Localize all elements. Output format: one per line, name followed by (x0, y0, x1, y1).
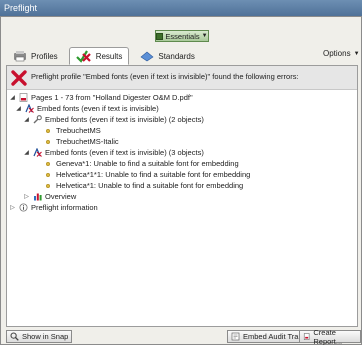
profiles-icon (14, 51, 26, 62)
tree-node-errors[interactable]: ◢ Embed fonts (even if text is invisible… (23, 147, 204, 158)
tree-label: Embed fonts (even if text is invisible) … (45, 148, 204, 157)
tree-label: TrebuchetMS (56, 126, 101, 135)
overview-chart-icon (34, 193, 42, 201)
tab-label: Standards (158, 51, 195, 61)
info-icon (19, 203, 28, 212)
expand-triangle-icon[interactable]: ▷ (9, 204, 16, 211)
tree-label: Embed fonts (even if text is invisible) … (45, 115, 204, 124)
collapse-triangle-icon[interactable]: ◢ (23, 116, 30, 123)
tree-leaf[interactable]: Helvetica*1: Unable to find a suitable f… (43, 180, 243, 191)
bullet-icon (46, 161, 50, 166)
results-icon (75, 50, 91, 63)
tree-label: Helvetica*1*1: Unable to find a suitable… (56, 170, 251, 179)
tab-standards[interactable]: Standards (133, 47, 201, 65)
tree-leaf[interactable]: TrebuchetMS (43, 125, 101, 136)
tree-node-info[interactable]: ◢ Embed fonts (even if text is invisible… (23, 114, 204, 125)
results-panel: Preflight profile "Embed fonts (even if … (6, 65, 358, 327)
tree-node-overview[interactable]: ▷ Overview (23, 191, 76, 202)
tree-label: Overview (45, 192, 77, 201)
bullet-icon (46, 172, 50, 177)
collapse-triangle-icon[interactable]: ◢ (23, 149, 30, 156)
expand-triangle-icon[interactable]: ▷ (23, 193, 30, 200)
tab-label: Results (95, 51, 123, 61)
tree-node-root[interactable]: ◢ Pages 1 - 73 from "Holland Digester O&… (9, 92, 193, 103)
footer-toolbar: Show in Snap Embed Audit Trail... Create… (1, 327, 361, 345)
collapse-triangle-icon[interactable]: ◢ (15, 105, 22, 112)
audit-trail-icon (231, 332, 240, 341)
workspace-icon (156, 32, 164, 40)
button-label: Create Report... (313, 327, 343, 345)
create-report-button[interactable]: Create Report... (299, 327, 361, 345)
font-error-icon (33, 148, 42, 157)
tab-label: Profiles (31, 51, 58, 61)
tree-leaf[interactable]: Geneva*1: Unable to find a suitable font… (43, 158, 239, 169)
bullet-icon (46, 128, 50, 133)
tree-leaf[interactable]: TrebuchetMS-Italic (43, 136, 119, 147)
bullet-icon (46, 183, 50, 188)
tree-node-group[interactable]: ◢ Embed fonts (even if text is invisible… (15, 103, 159, 114)
report-icon (303, 333, 310, 340)
tree-label: Pages 1 - 73 from "Holland Digester O&M … (31, 93, 193, 102)
window-title-bar: Preflight (0, 0, 362, 16)
tab-profiles[interactable]: Profiles (6, 47, 65, 65)
tree-label: Geneva*1: Unable to find a suitable font… (56, 159, 239, 168)
wrench-icon (33, 115, 42, 124)
tree-label: Helvetica*1: Unable to find a suitable f… (56, 181, 244, 190)
error-banner: Preflight profile "Embed fonts (even if … (7, 66, 357, 90)
tree-label: TrebuchetMS-Italic (56, 137, 119, 146)
show-in-snap-button[interactable]: Show in Snap (6, 330, 73, 343)
workspace-label: Essentials (165, 31, 200, 41)
chevron-down-icon: ▼ (353, 50, 360, 57)
error-x-icon (11, 70, 27, 86)
collapse-triangle-icon[interactable]: ◢ (9, 94, 16, 101)
bullet-icon (46, 139, 50, 144)
preflight-window: Essentials ▼ Profiles Results Standards (0, 16, 362, 345)
tree-node-preflight-info[interactable]: ▷ Preflight information (9, 202, 98, 213)
workspace-dropdown[interactable]: Essentials ▼ (155, 30, 209, 42)
magnifier-icon (10, 332, 19, 341)
window-title: Preflight (4, 3, 38, 13)
error-message: Preflight profile "Embed fonts (even if … (31, 72, 299, 81)
chevron-down-icon: ▼ (201, 33, 208, 39)
standards-icon (140, 51, 154, 62)
options-label: Options (323, 49, 351, 58)
tab-results[interactable]: Results (68, 47, 130, 65)
options-menu[interactable]: Options ▼ (323, 49, 360, 58)
font-error-icon (25, 104, 34, 113)
tree-label: Embed fonts (even if text is invisible) (37, 104, 159, 113)
tab-bar: Profiles Results Standards (6, 47, 202, 65)
pdf-document-icon (19, 93, 28, 102)
button-label: Show in Snap (22, 332, 69, 341)
tree-leaf[interactable]: Helvetica*1*1: Unable to find a suitable… (43, 169, 250, 180)
tree-label: Preflight information (31, 203, 98, 212)
